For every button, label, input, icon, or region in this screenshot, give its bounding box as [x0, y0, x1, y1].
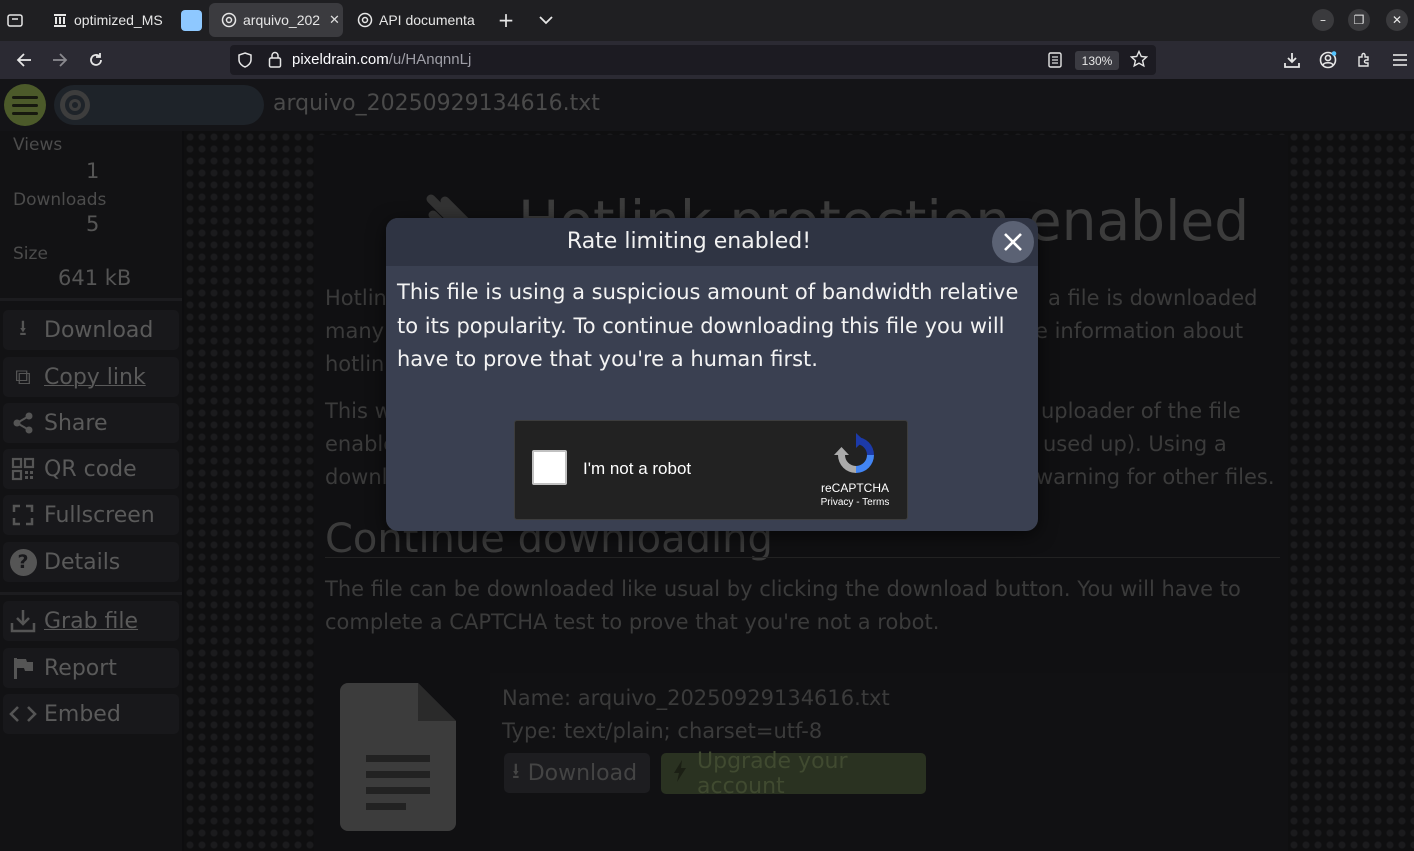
pixeldrain-icon	[60, 90, 90, 120]
page-content: arquivo_20250929134616.txt Views 1 Downl…	[0, 79, 1414, 851]
recaptcha-links[interactable]: Privacy - Terms	[807, 497, 903, 508]
dialog-message: This file is using a suspicious amount o…	[397, 280, 1019, 371]
grab-icon	[8, 606, 38, 636]
qr-code-icon	[8, 454, 38, 484]
help-icon: ?	[8, 547, 38, 577]
tab-label: arquivo_202	[243, 12, 321, 28]
divider	[325, 557, 1280, 558]
sidebar-fullscreen-button[interactable]: Fullscreen	[3, 495, 179, 535]
page-title: arquivo_20250929134616.txt	[273, 91, 600, 116]
tab-api-docs[interactable]: API documenta	[345, 3, 485, 37]
reader-mode-icon[interactable]	[1048, 52, 1062, 72]
hamburger-menu-icon[interactable]	[1389, 49, 1411, 71]
zoom-level[interactable]: 130%	[1075, 51, 1119, 70]
sidebar-share-button[interactable]: Share	[3, 403, 179, 443]
code-icon	[8, 699, 38, 729]
divider	[0, 592, 182, 595]
dialog-title: Rate limiting enabled!	[566, 229, 812, 254]
forward-icon[interactable]	[49, 49, 71, 71]
downloads-icon[interactable]	[1281, 49, 1303, 71]
dialog-header: Rate limiting enabled!	[386, 218, 1038, 266]
star-icon[interactable]	[1129, 49, 1149, 72]
downloads-value: 5	[86, 212, 100, 236]
close-window-icon[interactable]: ✕	[1386, 9, 1408, 31]
recaptcha-icon	[834, 433, 874, 473]
hotlink-paragraph-line: downl	[325, 465, 388, 489]
views-label: Views	[13, 135, 63, 155]
divider	[0, 298, 182, 301]
hotlink-paragraph-line: uploader of the file	[1041, 399, 1241, 423]
pixeldrain-icon	[221, 12, 237, 28]
bank-icon	[52, 12, 68, 28]
sidebar-details-button[interactable]: ? Details	[3, 542, 179, 582]
back-icon[interactable]	[13, 49, 35, 71]
hotlink-paragraph-line: e information about	[1035, 319, 1244, 343]
download-icon: ⭳	[512, 759, 520, 784]
continue-text-line: The file can be downloaded like usual by…	[325, 577, 1241, 601]
lightning-icon	[673, 759, 687, 789]
sidebar-download-button[interactable]: ⭳ Download	[3, 310, 179, 350]
captcha-label: I'm not a robot	[583, 459, 692, 478]
chevron-down-icon[interactable]	[535, 9, 557, 31]
account-icon[interactable]	[1317, 49, 1339, 71]
size-label: Size	[13, 244, 48, 264]
tab-label: optimized_MS	[74, 12, 163, 28]
new-tab-icon[interactable]: +	[495, 8, 517, 32]
blank-page-icon	[181, 9, 202, 31]
hotlink-paragraph-line: hotlin	[325, 352, 385, 376]
hotlink-paragraph-line: a file is downloaded	[1048, 286, 1258, 310]
sidebar-grab-file-button[interactable]: Grab file	[3, 601, 179, 641]
sidebar-qr-code-button[interactable]: QR code	[3, 449, 179, 489]
sidebar-report-button[interactable]: Report	[3, 648, 179, 688]
share-icon	[8, 408, 38, 438]
close-dialog-button[interactable]	[992, 221, 1034, 263]
menu-button[interactable]	[4, 84, 46, 126]
pixeldrain-logo[interactable]	[54, 85, 264, 125]
download-icon: ⭳	[19, 316, 27, 341]
restore-icon[interactable]: ❐	[1348, 9, 1370, 31]
tab-arquivo[interactable]: arquivo_202 ✕	[209, 3, 343, 37]
extensions-icon[interactable]	[1353, 49, 1375, 71]
upgrade-account-button[interactable]: Upgrade your account	[661, 749, 926, 799]
file-type: Type: text/plain; charset=utf-8	[502, 719, 823, 743]
url-bar[interactable]: pixeldrain.com/u/HAnqnnLj 130%	[230, 45, 1156, 75]
tab-list-icon[interactable]	[4, 9, 26, 31]
minimize-icon[interactable]: –	[1312, 9, 1334, 31]
lock-icon[interactable]	[268, 51, 282, 72]
rate-limit-dialog: Rate limiting enabled! This file is usin…	[386, 218, 1038, 531]
shield-icon[interactable]	[238, 52, 252, 72]
download-button[interactable]: ⭳ Download	[504, 753, 650, 793]
hotlink-paragraph-line: This w	[325, 399, 392, 423]
sidebar-copy-link-button[interactable]: ⧉ Copy link	[3, 357, 179, 397]
reload-icon[interactable]	[85, 49, 107, 71]
recaptcha-widget: I'm not a robot reCAPTCHA Privacy - Term…	[514, 420, 908, 520]
text-file-icon	[340, 683, 456, 831]
recaptcha-brand: reCAPTCHA	[820, 481, 889, 495]
header-bar: arquivo_20250929134616.txt	[0, 79, 1414, 131]
views-value: 1	[86, 159, 100, 183]
tab-label: API documenta	[379, 12, 475, 28]
fullscreen-icon	[8, 500, 38, 530]
close-tab-icon[interactable]: ✕	[329, 12, 340, 28]
pixeldrain-icon	[357, 12, 373, 28]
url-text[interactable]: pixeldrain.com/u/HAnqnnLj	[292, 51, 471, 68]
flag-icon	[8, 653, 38, 683]
hotlink-paragraph-line: warning for other files.	[1036, 465, 1275, 489]
sidebar: Views 1 Downloads 5 Size 641 kB ⭳ Downlo…	[0, 131, 182, 851]
continue-text-line: complete a CAPTCHA test to prove that yo…	[325, 610, 940, 634]
sidebar-embed-button[interactable]: Embed	[3, 694, 179, 734]
hotlink-paragraph-line: Hotlin	[325, 286, 387, 310]
captcha-checkbox[interactable]	[532, 450, 567, 485]
file-name: Name: arquivo_20250929134616.txt	[502, 686, 890, 710]
browser-tab-bar: optimized_MS arquivo_202 ✕ API documenta…	[0, 0, 1414, 41]
navigation-bar: pixeldrain.com/u/HAnqnnLj 130%	[0, 41, 1414, 79]
tab-blank[interactable]	[176, 3, 206, 37]
downloads-label: Downloads	[13, 190, 107, 210]
size-value: 641 kB	[58, 266, 132, 290]
close-icon	[1004, 233, 1022, 251]
copy-icon: ⧉	[15, 364, 31, 390]
tab-optimized[interactable]: optimized_MS	[40, 3, 172, 37]
hotlink-paragraph-line: used up). Using a	[1043, 432, 1227, 456]
